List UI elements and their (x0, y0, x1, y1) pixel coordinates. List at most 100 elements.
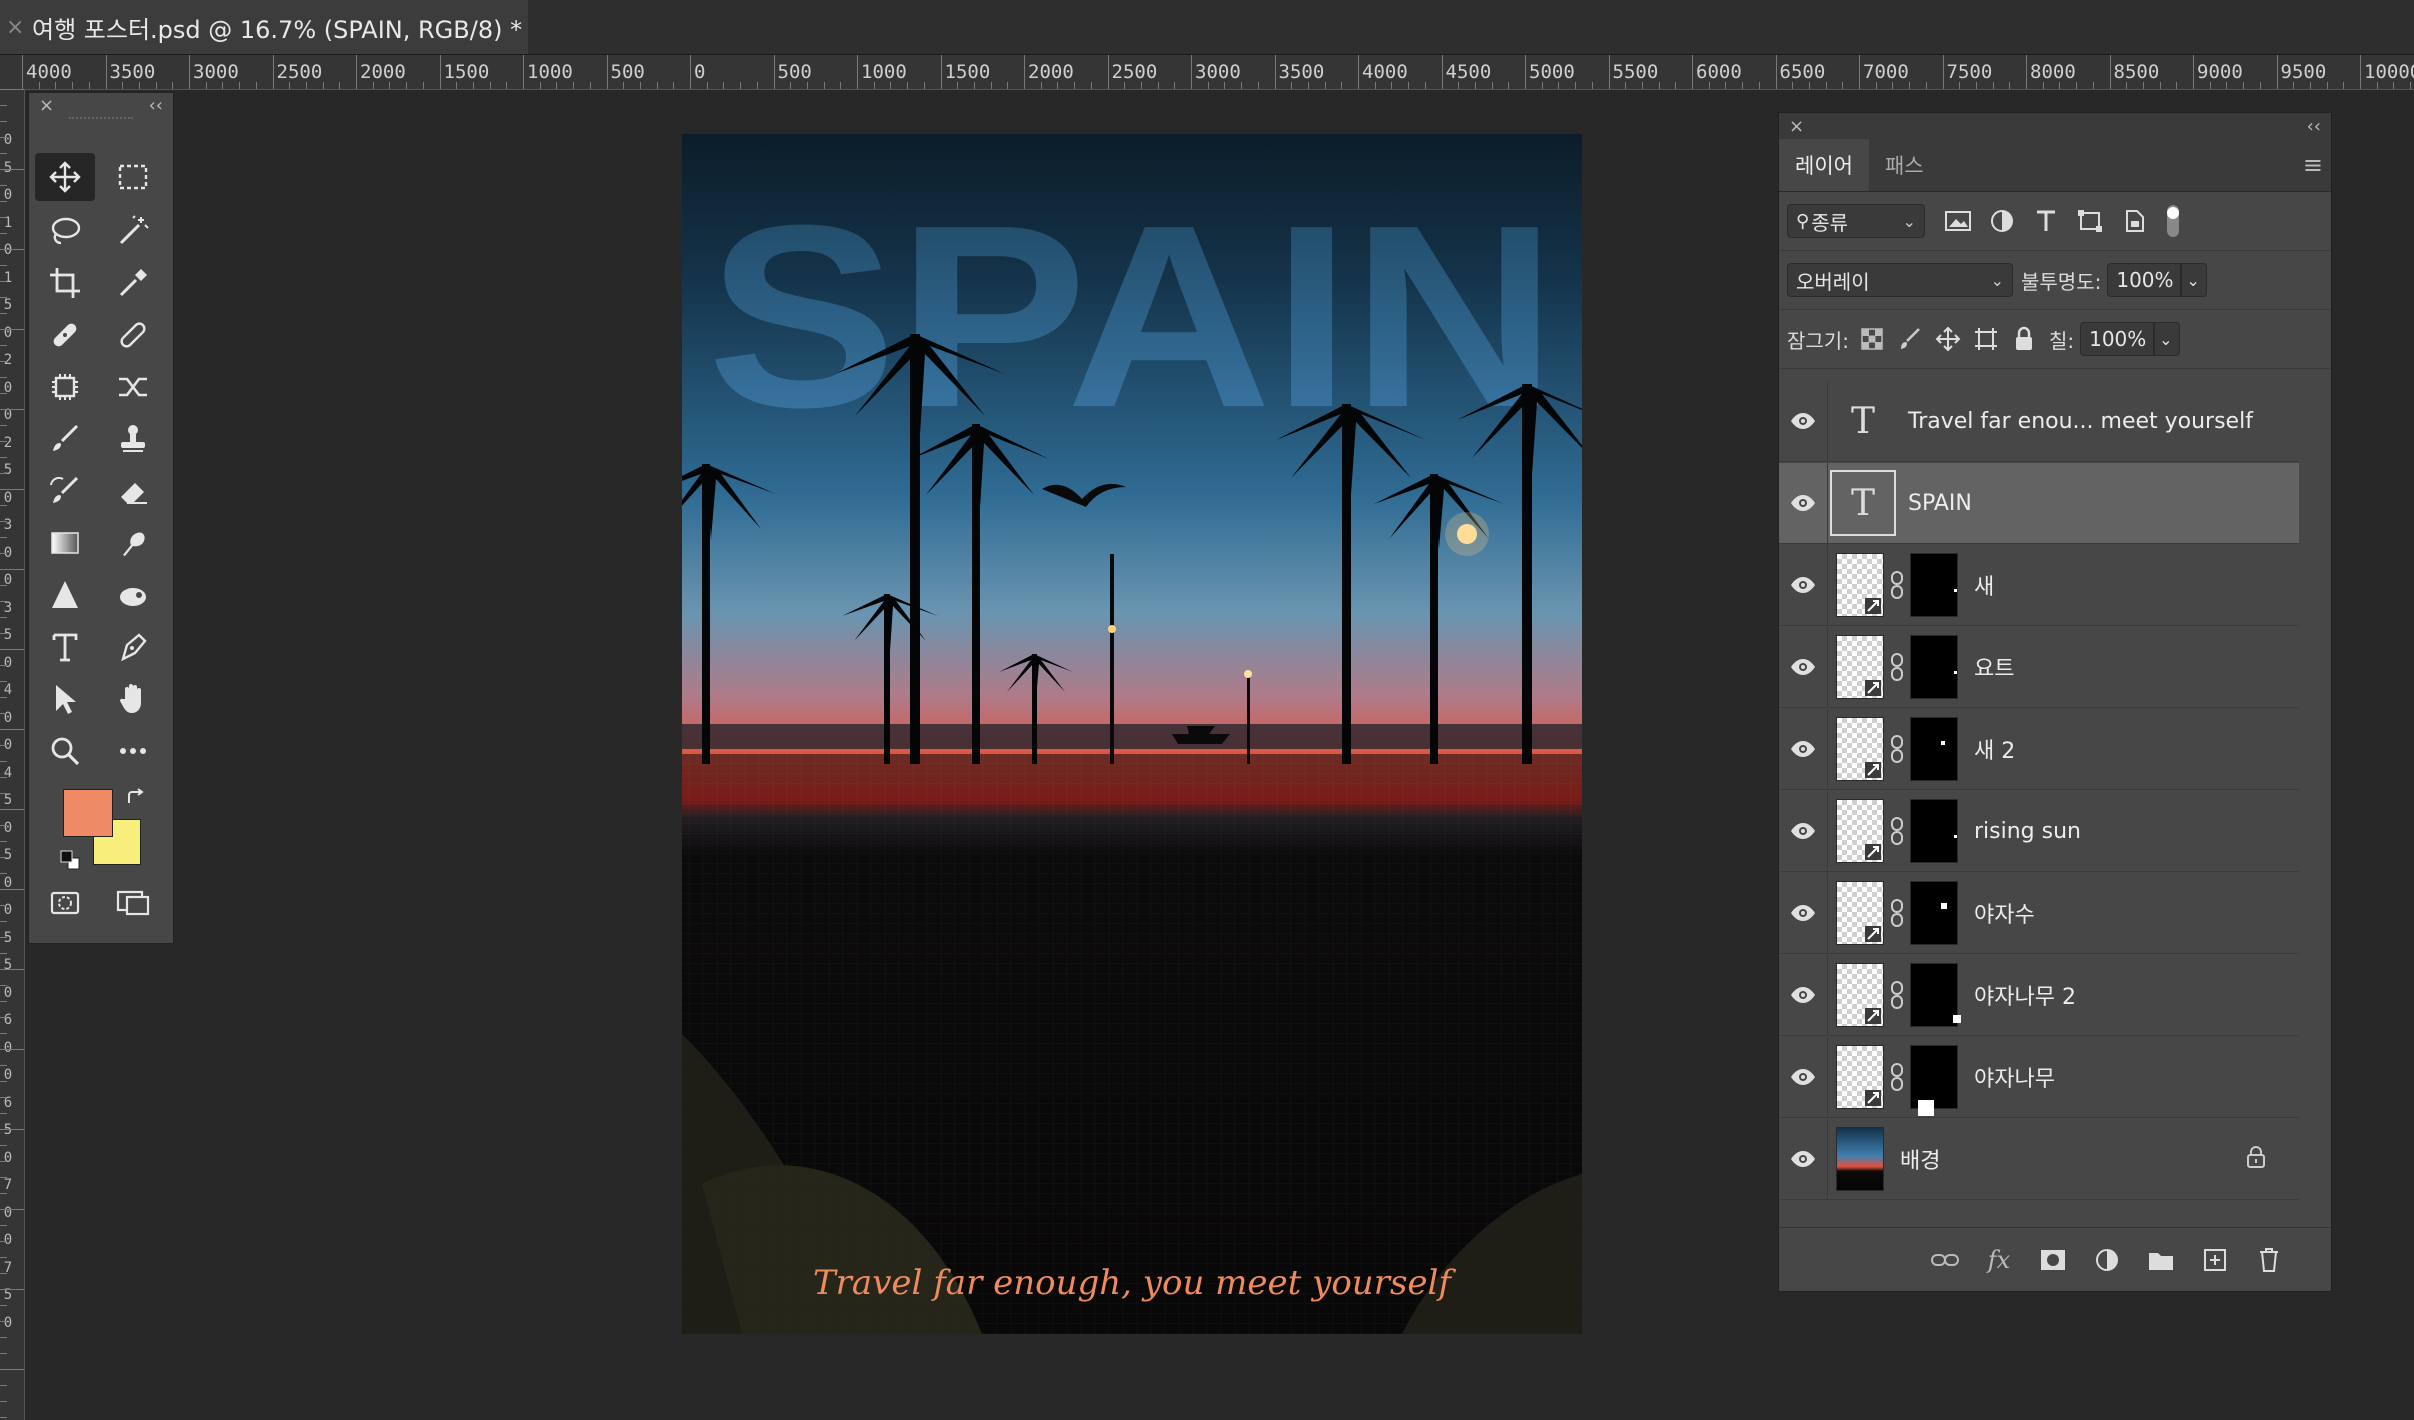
mask-link-chain-icon[interactable] (1884, 734, 1910, 764)
panel-menu-icon[interactable]: ≡ (2303, 151, 2323, 179)
layer-row[interactable]: T SPAIN (1779, 463, 2299, 544)
layer-row[interactable]: 야자나무 2 (1779, 955, 2299, 1036)
hand-tool[interactable] (103, 675, 163, 723)
layer-mask-thumbnail[interactable] (1910, 881, 1958, 945)
opacity-input[interactable]: 100% (2107, 263, 2182, 297)
tools-collapse-icon[interactable]: ‹‹ (149, 95, 163, 116)
layer-visibility-toggle[interactable] (1779, 822, 1827, 840)
adjustment-layer-icon[interactable] (2089, 1242, 2125, 1278)
layer-visibility-toggle[interactable] (1779, 658, 1827, 676)
quick-mask-button[interactable] (35, 879, 95, 927)
tools-grip[interactable] (69, 117, 133, 127)
layer-mask-thumbnail[interactable] (1910, 963, 1961, 1027)
layer-row[interactable]: 야자수 (1779, 873, 2299, 954)
layer-row[interactable]: 요트 (1779, 627, 2299, 708)
vertical-ruler[interactable]: 0501015020025030035040045050055060065070… (0, 89, 25, 1420)
lasso-tool[interactable] (35, 207, 95, 255)
filter-kind-dropdown[interactable]: ⚲ 종류 ⌄ (1787, 204, 1925, 238)
layer-name[interactable]: 야자수 (1974, 897, 2035, 929)
layer-thumbnail[interactable] (1836, 881, 1884, 945)
layer-row[interactable]: rising sun (1779, 791, 2299, 872)
layer-style-fx-icon[interactable]: fx (1981, 1242, 2017, 1278)
mask-link-chain-icon[interactable] (1884, 816, 1910, 846)
zoom-tool[interactable] (35, 727, 95, 775)
eraser-tool[interactable] (103, 467, 163, 515)
layers-panel-header[interactable]: × ‹‹ (1779, 113, 2331, 139)
marquee-tool[interactable] (103, 153, 163, 201)
fill-input[interactable]: 100% (2080, 322, 2155, 356)
horizontal-ruler[interactable]: 4000 3500 3000 2500 2000 1500 1000 500 0 500 1000 1… (0, 55, 2414, 90)
filter-type-icon[interactable] (2031, 207, 2061, 235)
background-layer-thumbnail[interactable] (1836, 1127, 1884, 1191)
layer-visibility-toggle[interactable] (1779, 986, 1827, 1004)
layer-thumbnail[interactable] (1836, 553, 1884, 617)
magic-wand-tool[interactable] (103, 207, 163, 255)
layer-row[interactable]: 배경 (1779, 1119, 2299, 1200)
lock-transparency-icon[interactable] (1859, 326, 1885, 352)
delete-layer-trash-icon[interactable] (2251, 1242, 2287, 1278)
layer-thumbnail[interactable] (1836, 799, 1884, 863)
fill-slider-toggle[interactable]: ⌄ (2154, 322, 2181, 356)
mask-link-chain-icon[interactable] (1884, 1062, 1910, 1092)
layer-visibility-toggle[interactable] (1779, 412, 1827, 430)
layer-mask-thumbnail[interactable] (1910, 635, 1958, 699)
filter-toggle-icon[interactable] (2163, 203, 2183, 239)
layer-row[interactable]: 야자나무 (1779, 1037, 2299, 1118)
tools-close-icon[interactable]: × (39, 95, 54, 116)
layers-collapse-icon[interactable]: ‹‹ (2307, 116, 2321, 137)
layer-name[interactable]: 새 (1974, 569, 1994, 601)
layer-thumbnail[interactable] (1836, 1045, 1884, 1109)
sharpen-tool[interactable] (35, 571, 95, 619)
layer-visibility-toggle[interactable] (1779, 1068, 1827, 1086)
filter-adjustment-icon[interactable] (1987, 207, 2017, 235)
filter-pixel-icon[interactable] (1943, 207, 1973, 235)
layer-visibility-toggle[interactable] (1779, 904, 1827, 922)
healing-brush-tool[interactable] (103, 311, 163, 359)
layer-name[interactable]: 야자나무 2 (1974, 979, 2076, 1011)
eyedropper-tool[interactable] (103, 259, 163, 307)
default-colors-icon[interactable] (59, 849, 81, 871)
layer-mask-thumbnail[interactable] (1910, 1045, 1958, 1116)
new-layer-icon[interactable] (2197, 1242, 2233, 1278)
path-selection-tool[interactable] (35, 675, 95, 723)
pen-tool[interactable] (103, 623, 163, 671)
brush-tool[interactable] (35, 415, 95, 463)
layer-row[interactable]: T Travel far enou... meet yourself (1779, 381, 2299, 462)
layer-name[interactable]: 새 2 (1974, 733, 2015, 765)
tab-close-icon[interactable]: × (6, 15, 32, 40)
layers-close-icon[interactable]: × (1789, 116, 1804, 137)
filter-shape-icon[interactable] (2075, 207, 2105, 235)
layer-visibility-toggle[interactable] (1779, 576, 1827, 594)
layer-name[interactable]: SPAIN (1908, 491, 1972, 516)
clone-stamp-tool[interactable] (103, 415, 163, 463)
layer-row[interactable]: 새 2 (1779, 709, 2299, 790)
layer-name[interactable]: Travel far enou... meet yourself (1908, 409, 2253, 434)
tab-paths[interactable]: 패스 (1869, 139, 1940, 191)
history-brush-tool[interactable] (35, 467, 95, 515)
layer-thumbnail[interactable] (1836, 963, 1884, 1027)
smudge-tool[interactable] (103, 519, 163, 567)
new-group-folder-icon[interactable] (2143, 1242, 2179, 1278)
layer-visibility-toggle[interactable] (1779, 740, 1827, 758)
mask-link-chain-icon[interactable] (1884, 570, 1910, 600)
mask-link-chain-icon[interactable] (1884, 652, 1910, 682)
layer-thumbnail[interactable] (1836, 717, 1884, 781)
gradient-tool[interactable] (35, 519, 95, 567)
lock-position-icon[interactable] (1935, 326, 1961, 352)
lock-all-icon[interactable] (2011, 326, 2037, 352)
layer-mask-thumbnail[interactable] (1910, 717, 1958, 781)
link-layers-icon[interactable] (1927, 1242, 1963, 1278)
layer-name[interactable]: 야자나무 (1974, 1061, 2055, 1093)
opacity-slider-toggle[interactable]: ⌄ (2181, 263, 2208, 297)
type-tool[interactable] (35, 623, 95, 671)
layer-mask-thumbnail[interactable] (1910, 553, 1958, 617)
tools-panel-header[interactable]: × ‹‹ (29, 93, 173, 117)
screen-mode-button[interactable] (103, 879, 163, 927)
layer-visibility-toggle[interactable] (1779, 494, 1827, 512)
layer-thumbnail[interactable] (1836, 635, 1884, 699)
swap-colors-icon[interactable] (125, 787, 147, 809)
content-aware-move-tool[interactable] (103, 363, 163, 411)
document-tab-title[interactable]: 여행 포스터.psd @ 16.7% (SPAIN, RGB/8) * (32, 10, 522, 45)
crop-tool[interactable] (35, 259, 95, 307)
lock-artboard-icon[interactable] (1973, 326, 1999, 352)
